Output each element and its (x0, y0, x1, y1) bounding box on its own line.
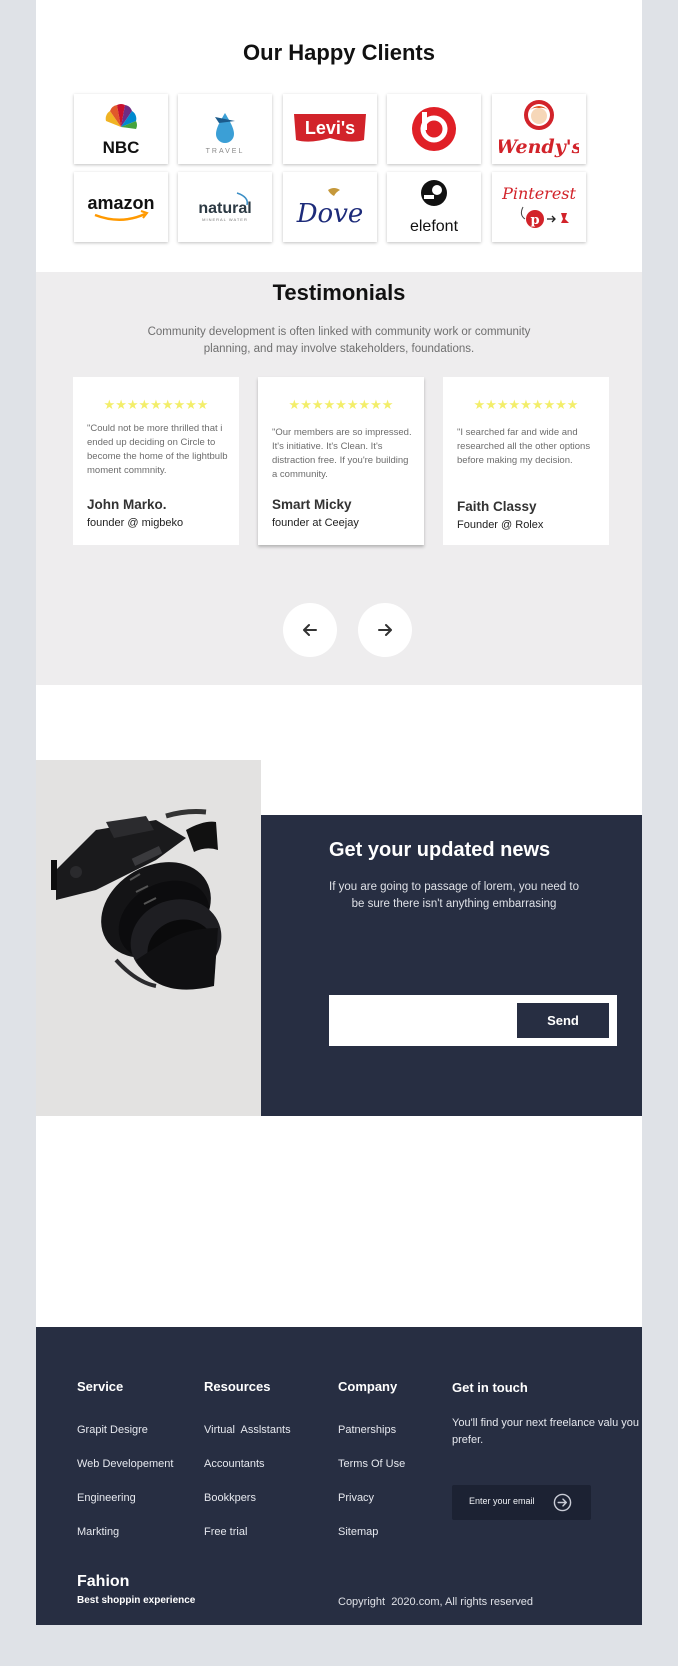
pinterest-text: Pinterest (501, 184, 576, 203)
footer-link[interactable]: Web Developement (77, 1458, 173, 1470)
client-logo-beats (387, 94, 481, 164)
testimonials-title: Testimonials (272, 280, 406, 305)
newsletter-email-input[interactable] (337, 1003, 517, 1037)
amazon-icon: amazon (87, 193, 155, 221)
footer-email-field[interactable]: Enter your email (452, 1485, 591, 1520)
footer-link[interactable]: Engineering (77, 1492, 136, 1504)
elefont-text: elefont (410, 218, 459, 235)
newsletter-text: If you are going to passage of lorem, yo… (329, 881, 579, 910)
client-logo-pinterest: Pinterest p (492, 172, 586, 242)
testimonial-quote: "Could not be more thrilled that i ended… (87, 423, 228, 476)
footer-link[interactable]: Privacy (338, 1492, 374, 1504)
natural-text: natural (198, 200, 251, 217)
page: Our Happy Clients NBC TRAVEL Levi's Wend… (36, 0, 642, 1625)
footer-link[interactable]: Markting (77, 1526, 119, 1538)
natural-subtext: MINERAL WATER (202, 217, 248, 222)
nbc-text: NBC (103, 138, 140, 157)
arrow-left-icon (303, 624, 317, 636)
get-in-touch-text: You'll find your next freelance valu you… (452, 1417, 639, 1446)
rating-stars: ★★★★★★★★★ (473, 397, 579, 412)
nbc-peacock-icon: NBC (103, 104, 140, 157)
footer-heading-get-in-touch: Get in touch (452, 1380, 528, 1395)
testimonial-name: Smart Micky (272, 497, 352, 512)
testimonials-subtitle: Community development is often linked wi… (147, 326, 531, 355)
testimonial-role: founder @ migbeko (87, 517, 184, 529)
newsletter-title: Get your updated news (329, 839, 551, 861)
amazon-text: amazon (87, 193, 154, 213)
testimonial-quote: "I searched far and wide and researched … (457, 427, 591, 466)
footer-heading-company: Company (338, 1379, 398, 1394)
footer-brand: Fahion (77, 1573, 130, 1590)
client-logo-natural: natural MINERAL WATER (178, 172, 272, 242)
dove-text: Dove (296, 199, 364, 229)
footer-link[interactable]: Patnerships (338, 1424, 396, 1436)
client-logo-wendys: Wendy's (492, 94, 586, 164)
copyright-text: Copyright 2020.com, All rights reserved (338, 1596, 534, 1608)
send-button[interactable]: Send (517, 1003, 609, 1038)
footer-link[interactable]: Free trial (204, 1526, 247, 1538)
testimonial-card: ★★★★★★★★★ "Our members are so impressed.… (258, 377, 424, 545)
testimonial-role: Founder @ Rolex (457, 519, 544, 531)
newsletter-form: Send (329, 995, 617, 1046)
svg-text:p: p (530, 213, 539, 228)
arrow-right-icon (378, 624, 392, 636)
natural-icon: natural MINERAL WATER (198, 192, 252, 222)
travel-text: TRAVEL (206, 148, 245, 155)
footer-link[interactable]: Terms Of Use (338, 1458, 405, 1470)
footer-link[interactable]: Grapit Desigre (77, 1424, 148, 1436)
camera-icon (51, 809, 222, 990)
client-logo-nbc: NBC (74, 94, 168, 164)
arrow-circle-right-icon[interactable] (553, 1493, 572, 1512)
email-placeholder: Enter your email (469, 1496, 535, 1506)
levis-batwing-icon: Levi's (294, 114, 366, 142)
footer-link[interactable]: Accountants (204, 1458, 265, 1470)
testimonial-role: founder at Ceejay (272, 517, 359, 529)
client-logo-elefont: elefont (387, 172, 481, 242)
prev-testimonial-button[interactable] (283, 603, 337, 657)
rating-stars: ★★★★★★★★★ (103, 397, 209, 412)
testimonial-quote: "Our members are so impressed. It's init… (272, 427, 412, 480)
dove-bird-icon: Dove (296, 188, 364, 229)
wendys-icon: Wendy's (499, 100, 579, 158)
footer-link[interactable]: Virtual Asslstants (204, 1424, 291, 1436)
client-logo-amazon: amazon (74, 172, 168, 242)
footer-heading-service: Service (77, 1379, 124, 1394)
travel-drop-icon: TRAVEL (206, 113, 245, 155)
client-logo-travel: TRAVEL (178, 94, 272, 164)
next-testimonial-button[interactable] (358, 603, 412, 657)
testimonial-name: John Marko. (87, 497, 167, 512)
rating-stars: ★★★★★★★★★ (288, 397, 394, 412)
beats-icon (412, 107, 456, 151)
clients-title: Our Happy Clients (243, 40, 435, 65)
footer-link[interactable]: Sitemap (338, 1526, 378, 1538)
elefont-icon: elefont (410, 180, 459, 235)
footer: Service Grapit Desigre Web Developement … (36, 1327, 642, 1625)
testimonials-section: Testimonials Community development is of… (36, 272, 642, 685)
footer-tagline: Best shoppin experience (77, 1595, 196, 1606)
wendys-text: Wendy's (499, 136, 579, 158)
client-logo-levis: Levi's (283, 94, 377, 164)
client-logo-dove: Dove (283, 172, 377, 242)
levis-text: Levi's (305, 118, 355, 138)
newsletter-panel: Get your updated news If you are going t… (261, 815, 642, 1116)
testimonial-card: ★★★★★★★★★ "Could not be more thrilled th… (73, 377, 239, 545)
pinterest-icon: Pinterest p (501, 184, 576, 228)
testimonial-name: Faith Classy (457, 499, 537, 514)
testimonial-card: ★★★★★★★★★ "I searched far and wide and r… (443, 377, 609, 545)
camera-image (36, 760, 261, 1116)
footer-link[interactable]: Bookkpers (204, 1492, 256, 1504)
footer-heading-resources: Resources (204, 1379, 271, 1394)
